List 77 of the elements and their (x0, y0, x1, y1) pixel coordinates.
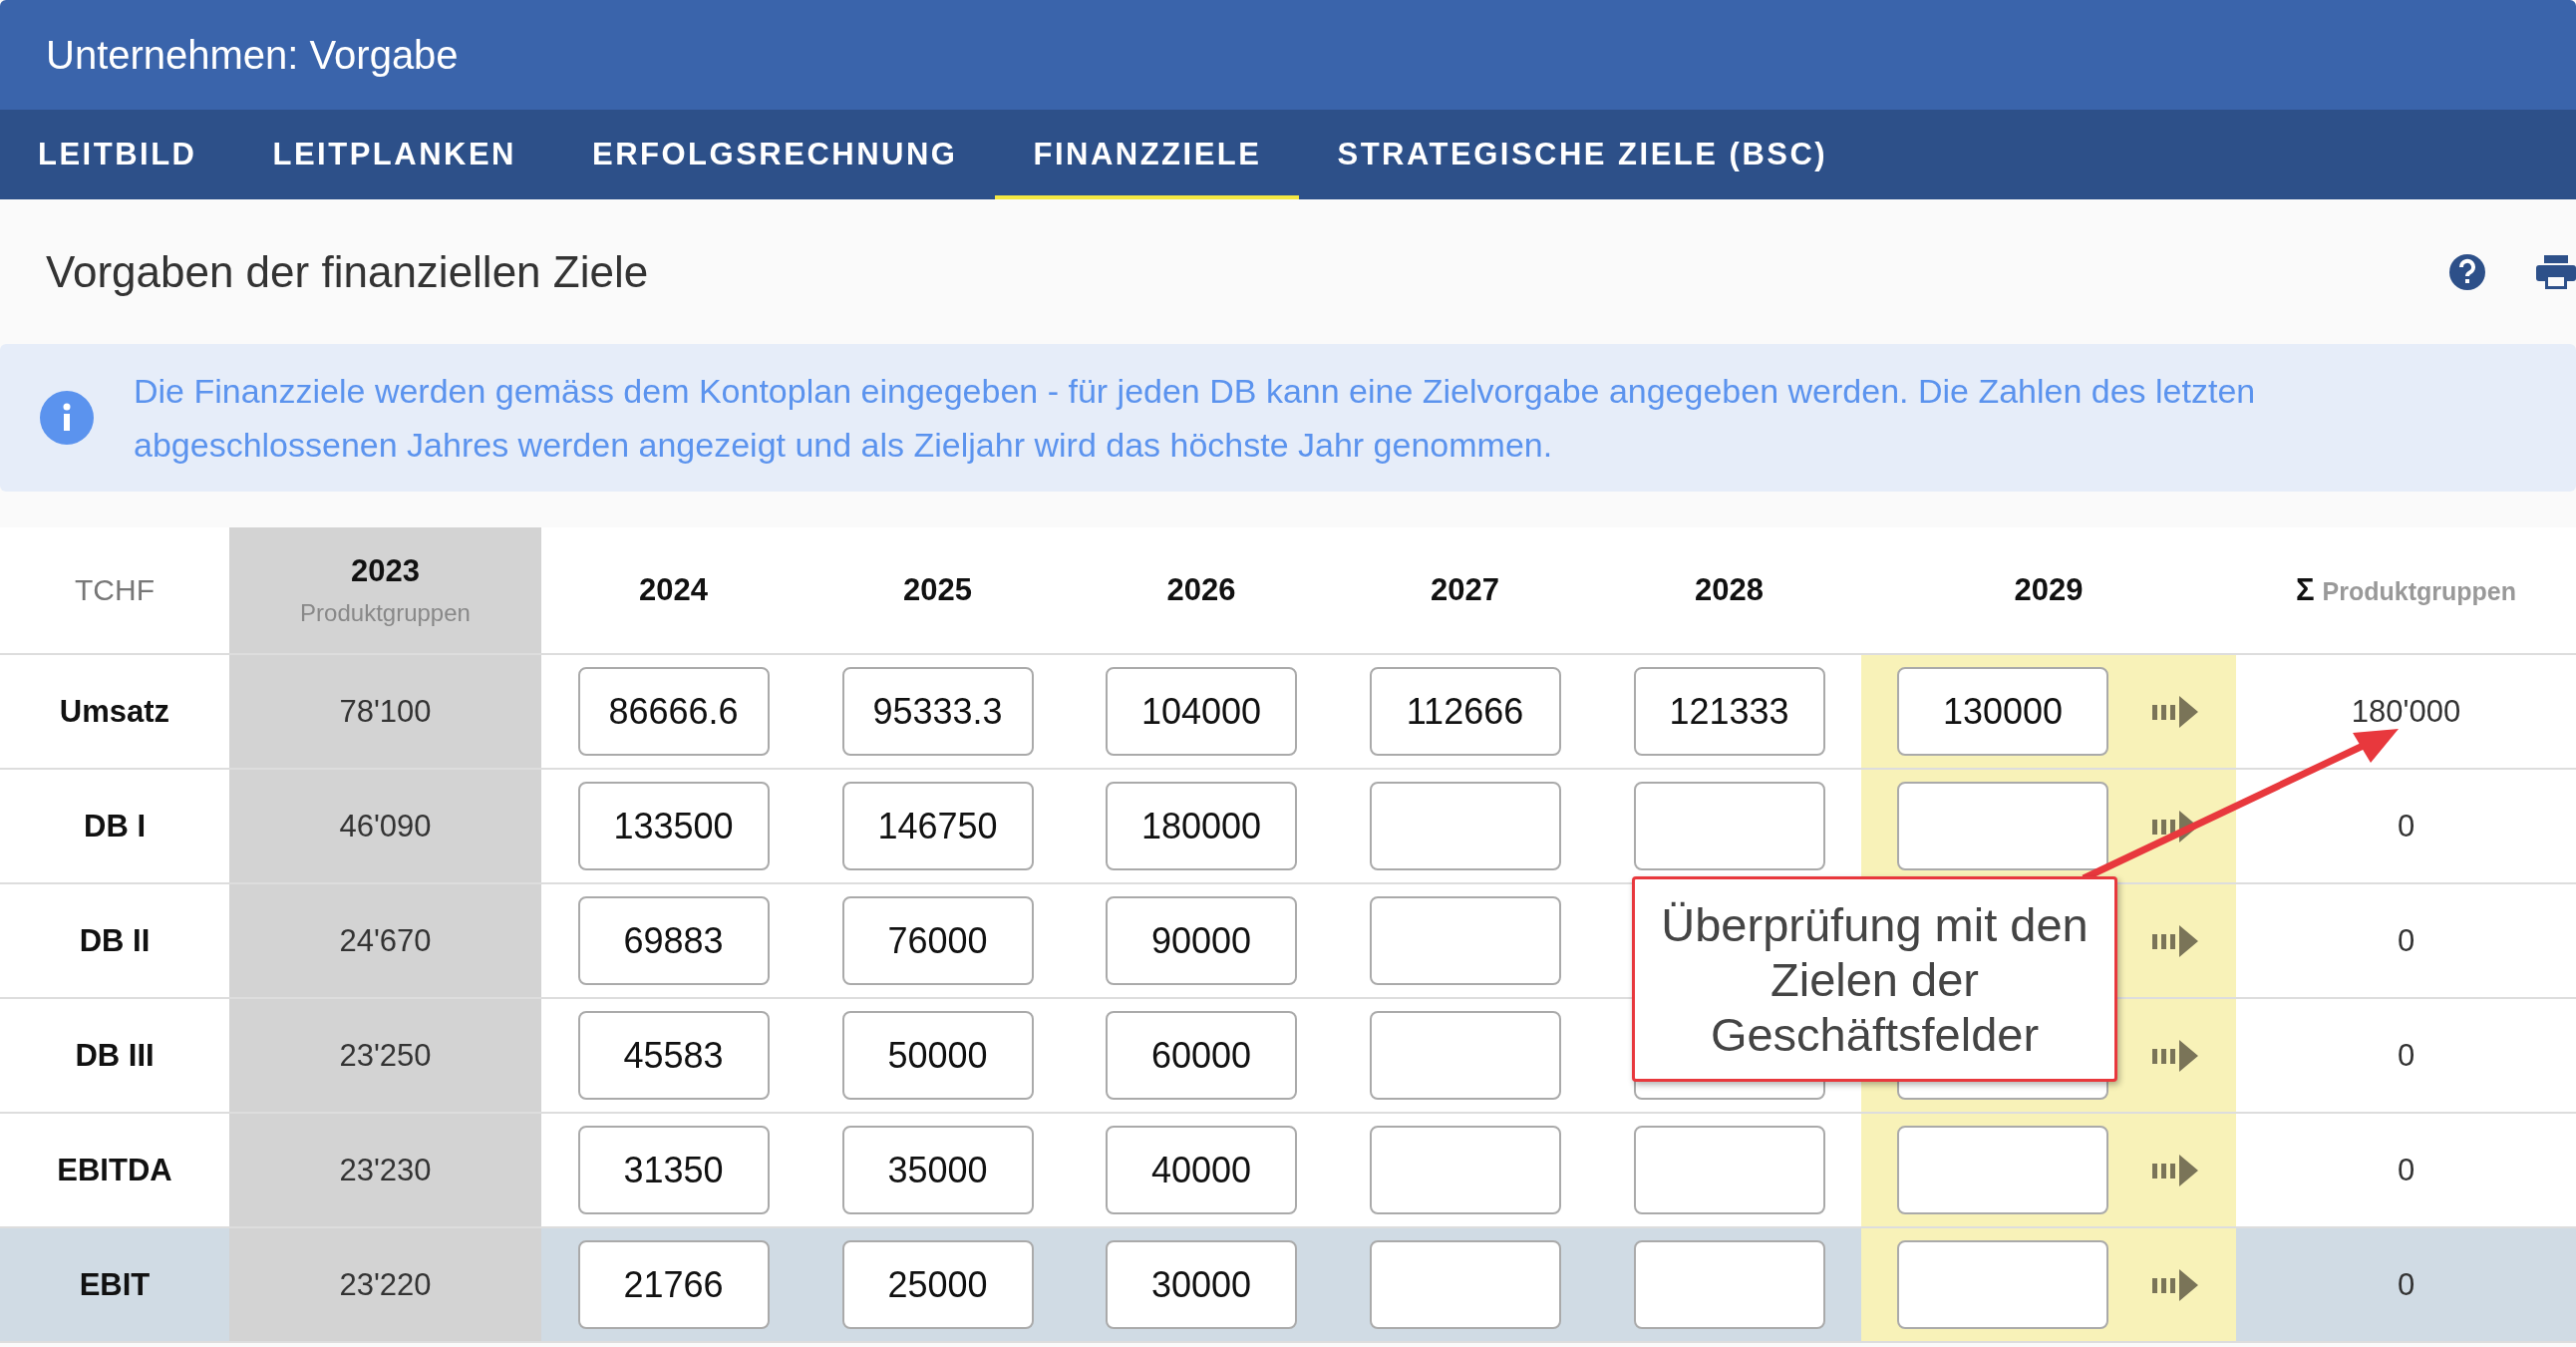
info-text: Die Finanzziele werden gemäss dem Kontoplan eingegeben - für jeden DB kann eine Zielvorgabe angegeben werden. Die Zahlen des letzten abgeschlossenen Jahres werden angezeigt und als Zieljahr wird das höchste Jahr genommen. (134, 371, 2257, 466)
target-input[interactable]: 31350 (577, 1126, 770, 1214)
tab[interactable]: ERFOLGSRECHNUNG (554, 110, 996, 199)
actual-value: 23'250 (339, 1037, 432, 1074)
transfer-arrow-icon[interactable] (2152, 1266, 2200, 1303)
column-subheader: Produktgruppen (300, 599, 471, 627)
transfer-arrow-icon[interactable] (2152, 922, 2200, 959)
target-input[interactable]: 104000 (1106, 667, 1297, 756)
year-header: 2023 (351, 553, 420, 589)
target-input[interactable]: 25000 (841, 1240, 1034, 1329)
target-input[interactable]: 76000 (841, 896, 1034, 985)
print-icon[interactable] (2536, 252, 2576, 291)
target-input[interactable]: 133500 (577, 782, 770, 870)
target-input[interactable]: 130000 (1897, 667, 2108, 756)
sum-value: 0 (2397, 1152, 2415, 1188)
target-input[interactable] (1897, 1126, 2108, 1214)
actual-value: 24'670 (339, 922, 432, 959)
target-input[interactable] (1897, 782, 2108, 870)
row-label: DB I (84, 808, 146, 844)
target-input[interactable] (1633, 782, 1825, 870)
year-header: 2026 (1166, 572, 1236, 608)
tab[interactable]: STRATEGISCHE ZIELE (BSC) (1299, 110, 1866, 199)
callout-tooltip: Überprüfung mit den Zielen der Geschäftsfelder (1632, 876, 2117, 1082)
target-input[interactable]: 60000 (1106, 1011, 1297, 1100)
transfer-arrow-icon[interactable] (2152, 1037, 2200, 1074)
target-input[interactable] (1369, 782, 1561, 870)
sigma-symbol: Σ (2295, 572, 2315, 608)
info-icon (40, 391, 94, 445)
target-input[interactable]: 21766 (577, 1240, 770, 1329)
target-input[interactable]: 146750 (841, 782, 1034, 870)
row-label: Umsatz (59, 693, 170, 730)
column-header: Produktgruppen (2322, 577, 2516, 606)
sum-value: 180'000 (2351, 693, 2461, 730)
actual-value: 23'230 (339, 1152, 432, 1188)
year-header: 2029 (2014, 572, 2084, 608)
tab[interactable]: LEITBILD (0, 110, 235, 199)
transfer-arrow-icon[interactable] (2152, 693, 2200, 730)
target-input[interactable]: 86666.6 (577, 667, 770, 756)
sum-value: 0 (2397, 808, 2415, 844)
sum-value: 0 (2397, 922, 2415, 959)
year-header: 2027 (1431, 572, 1499, 608)
target-input[interactable]: 69883 (577, 896, 770, 985)
row-label: DB II (79, 922, 151, 959)
target-input[interactable]: 90000 (1106, 896, 1297, 985)
column-header: TCHF (75, 573, 155, 607)
target-input[interactable]: 40000 (1106, 1126, 1297, 1214)
sum-value: 0 (2397, 1037, 2415, 1074)
target-input[interactable]: 121333 (1633, 667, 1825, 756)
target-input[interactable] (1369, 1011, 1561, 1100)
target-input[interactable]: 45583 (577, 1011, 770, 1100)
target-input[interactable]: 180000 (1106, 782, 1297, 870)
target-input[interactable]: 112666 (1369, 667, 1561, 756)
row-label: EBITDA (57, 1152, 172, 1188)
target-input[interactable] (1369, 896, 1561, 985)
target-input[interactable]: 35000 (841, 1126, 1034, 1214)
sum-value: 0 (2397, 1266, 2415, 1303)
actual-value: 46'090 (339, 808, 432, 844)
target-input[interactable]: 50000 (841, 1011, 1034, 1100)
page-title: Vorgaben der finanziellen Ziele (46, 246, 649, 297)
target-input[interactable] (1633, 1240, 1825, 1329)
target-input[interactable] (1897, 1240, 2108, 1329)
year-header: 2024 (639, 572, 708, 608)
target-input[interactable] (1633, 1126, 1825, 1214)
help-icon[interactable] (2448, 252, 2486, 291)
row-label: EBIT (79, 1266, 151, 1303)
actual-value: 78'100 (339, 693, 432, 730)
tab[interactable]: LEITPLANKEN (234, 110, 554, 199)
year-header: 2028 (1695, 572, 1764, 608)
target-input[interactable]: 30000 (1106, 1240, 1297, 1329)
target-input[interactable] (1369, 1240, 1561, 1329)
window-title: Unternehmen: Vorgabe (46, 32, 459, 78)
target-input[interactable]: 95333.3 (841, 667, 1034, 756)
row-label: DB III (75, 1037, 155, 1074)
target-input[interactable] (1369, 1126, 1561, 1214)
transfer-arrow-icon[interactable] (2152, 1152, 2200, 1188)
year-header: 2025 (903, 572, 972, 608)
actual-value: 23'220 (339, 1266, 432, 1303)
